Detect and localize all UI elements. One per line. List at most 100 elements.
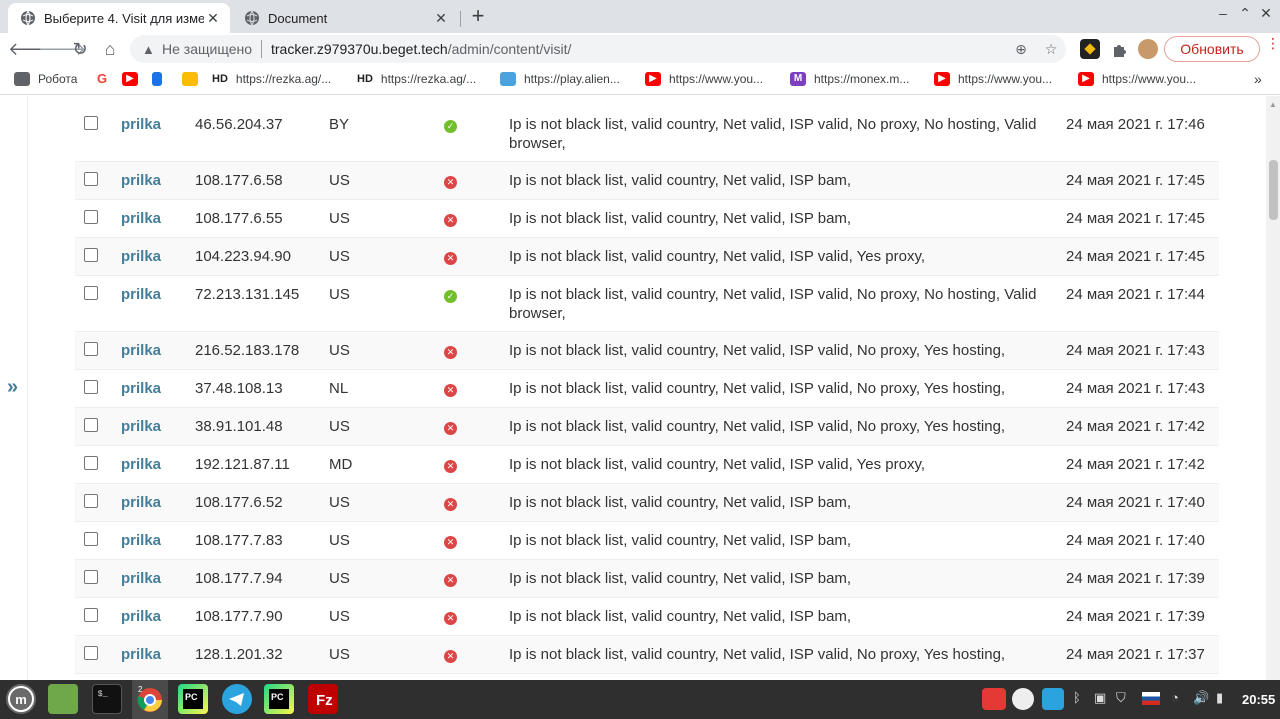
svg-text:PC: PC [185, 692, 198, 702]
pycharm-icon[interactable]: PC [264, 684, 294, 714]
terminal-icon[interactable]: $_ [92, 684, 122, 714]
bookmark-rezka-2[interactable]: HD https://rezka.ag/... [357, 72, 476, 86]
visit-link[interactable]: prilka [121, 248, 161, 265]
row-checkbox[interactable] [84, 418, 98, 432]
visit-link[interactable]: prilka [121, 380, 161, 397]
scrollbar-thumb[interactable] [1269, 160, 1278, 220]
chrome-icon[interactable]: 2 [135, 684, 165, 714]
tab-document[interactable]: Document ✕ [232, 3, 458, 33]
row-checkbox-cell [75, 521, 121, 560]
row-checkbox[interactable] [84, 116, 98, 130]
sidebar-toggle[interactable]: » [0, 96, 28, 680]
bookmark-google[interactable]: G [94, 72, 118, 86]
chat-tray-icon[interactable] [1012, 688, 1034, 710]
visit-link[interactable]: prilka [121, 116, 161, 133]
row-checkbox[interactable] [84, 494, 98, 508]
visit-link[interactable]: prilka [121, 172, 161, 189]
status-cell: ✕ [419, 237, 509, 276]
name-cell: prilka [121, 369, 195, 408]
table-row: prilka 216.52.183.178 US ✕ Ip is not black l… [75, 331, 1219, 370]
back-button[interactable]: 🡐 [8, 37, 56, 61]
visit-link[interactable]: prilka [121, 342, 161, 359]
filezilla-icon[interactable]: Fz [308, 684, 338, 714]
bookmark-phone[interactable] [152, 72, 170, 86]
keyboard-layout-ru-icon[interactable] [1142, 692, 1160, 705]
update-button[interactable]: Обновить [1164, 36, 1260, 62]
close-window-button[interactable]: ✕ [1259, 5, 1273, 22]
row-checkbox[interactable] [84, 532, 98, 546]
date-cell: 24 мая 2021 г. 17:43 [1066, 369, 1219, 408]
bookmark-youtube[interactable]: ▶ [122, 72, 146, 86]
shield-icon[interactable]: ⛉ [1116, 690, 1126, 706]
visit-link[interactable]: prilka [121, 646, 161, 663]
tab-visit-admin[interactable]: Выберите 4. Visit для измене ✕ [8, 3, 230, 33]
row-checkbox[interactable] [84, 570, 98, 584]
visit-link[interactable]: prilka [121, 532, 161, 549]
row-checkbox[interactable] [84, 210, 98, 224]
profile-avatar[interactable] [1138, 39, 1158, 59]
row-checkbox[interactable] [84, 608, 98, 622]
anydesk-tray-icon[interactable] [982, 688, 1006, 710]
telegram-tray-icon[interactable] [1042, 688, 1064, 710]
address-bar[interactable]: ▲ Не защищено tracker.z979370u.beget.tec… [130, 35, 1066, 63]
cross-icon: ✕ [444, 384, 457, 397]
row-checkbox[interactable] [84, 248, 98, 262]
cross-icon: ✕ [444, 252, 457, 265]
visit-link[interactable]: prilka [121, 608, 161, 625]
close-tab-icon[interactable]: ✕ [204, 10, 222, 27]
url-host: tracker.z979370u.beget.tech [271, 41, 448, 57]
visit-link[interactable]: prilka [121, 210, 161, 227]
telegram-icon[interactable] [222, 684, 252, 714]
vertical-scrollbar[interactable]: ▲ [1266, 96, 1280, 680]
home-button[interactable]: ⌂ [98, 37, 122, 61]
visit-link[interactable]: prilka [121, 418, 161, 435]
scroll-up-icon[interactable]: ▲ [1269, 100, 1277, 109]
battery-icon[interactable]: ▮ [1216, 690, 1223, 706]
extensions-puzzle-icon[interactable] [1110, 39, 1130, 59]
visit-link[interactable]: prilka [121, 286, 161, 303]
minimize-button[interactable]: – [1216, 5, 1230, 21]
date-cell: 24 мая 2021 г. 17:45 [1066, 161, 1219, 200]
volume-icon[interactable]: 🔊 [1193, 690, 1209, 706]
bookmark-youtube-3[interactable]: ▶ https://www.you... [934, 72, 1052, 86]
row-checkbox[interactable] [84, 646, 98, 660]
visit-link[interactable]: prilka [121, 494, 161, 511]
maximize-button[interactable]: ⌃ [1238, 5, 1252, 22]
zoom-icon[interactable]: ⊕ [1012, 40, 1030, 58]
name-cell: prilka [121, 521, 195, 560]
expand-sidebar-icon[interactable]: » [7, 376, 18, 399]
bluetooth-icon[interactable]: ᛒ [1073, 690, 1081, 705]
new-tab-button[interactable]: + [466, 3, 490, 29]
extension-binance-icon[interactable] [1080, 39, 1100, 59]
date-cell: 24 мая 2021 г. 17:43 [1066, 331, 1219, 370]
wifi-icon[interactable]: ◔ [1171, 690, 1179, 705]
bookmark-rezka-1[interactable]: HD https://rezka.ag/... [212, 72, 331, 86]
bookmark-youtube-2[interactable]: ▶ https://www.you... [645, 72, 763, 86]
files-icon[interactable] [48, 684, 78, 714]
clipboard-icon[interactable]: ▣ [1094, 690, 1106, 706]
row-checkbox[interactable] [84, 380, 98, 394]
mint-menu-icon[interactable]: m [6, 684, 36, 714]
alien-icon [500, 72, 516, 86]
visit-link[interactable]: prilka [121, 456, 161, 473]
bookmark-folder-robota[interactable]: Робота [14, 72, 77, 86]
close-tab-icon[interactable]: ✕ [432, 10, 450, 27]
forward-button[interactable]: 🡒 [38, 37, 86, 61]
bookmarks-overflow-button[interactable]: » [1254, 71, 1262, 87]
row-checkbox-cell [75, 275, 121, 332]
bookmark-note[interactable] [182, 72, 206, 86]
bookmark-youtube-4[interactable]: ▶ https://www.you... [1078, 72, 1196, 86]
reload-button[interactable]: ↻ [68, 37, 92, 61]
bookmark-monex[interactable]: M https://monex.m... [790, 72, 909, 86]
bookmark-alien[interactable]: https://play.alien... [500, 72, 620, 86]
row-checkbox[interactable] [84, 172, 98, 186]
visit-link[interactable]: prilka [121, 570, 161, 587]
cross-icon: ✕ [444, 214, 457, 227]
pycharm-icon[interactable]: PC [178, 684, 208, 714]
reason-cell: Ip is not black list, valid country, Net… [509, 369, 1066, 408]
menu-icon[interactable]: ⋮ [1266, 36, 1280, 50]
row-checkbox[interactable] [84, 286, 98, 300]
row-checkbox[interactable] [84, 342, 98, 356]
bookmark-star-icon[interactable]: ☆ [1042, 40, 1060, 58]
row-checkbox[interactable] [84, 456, 98, 470]
